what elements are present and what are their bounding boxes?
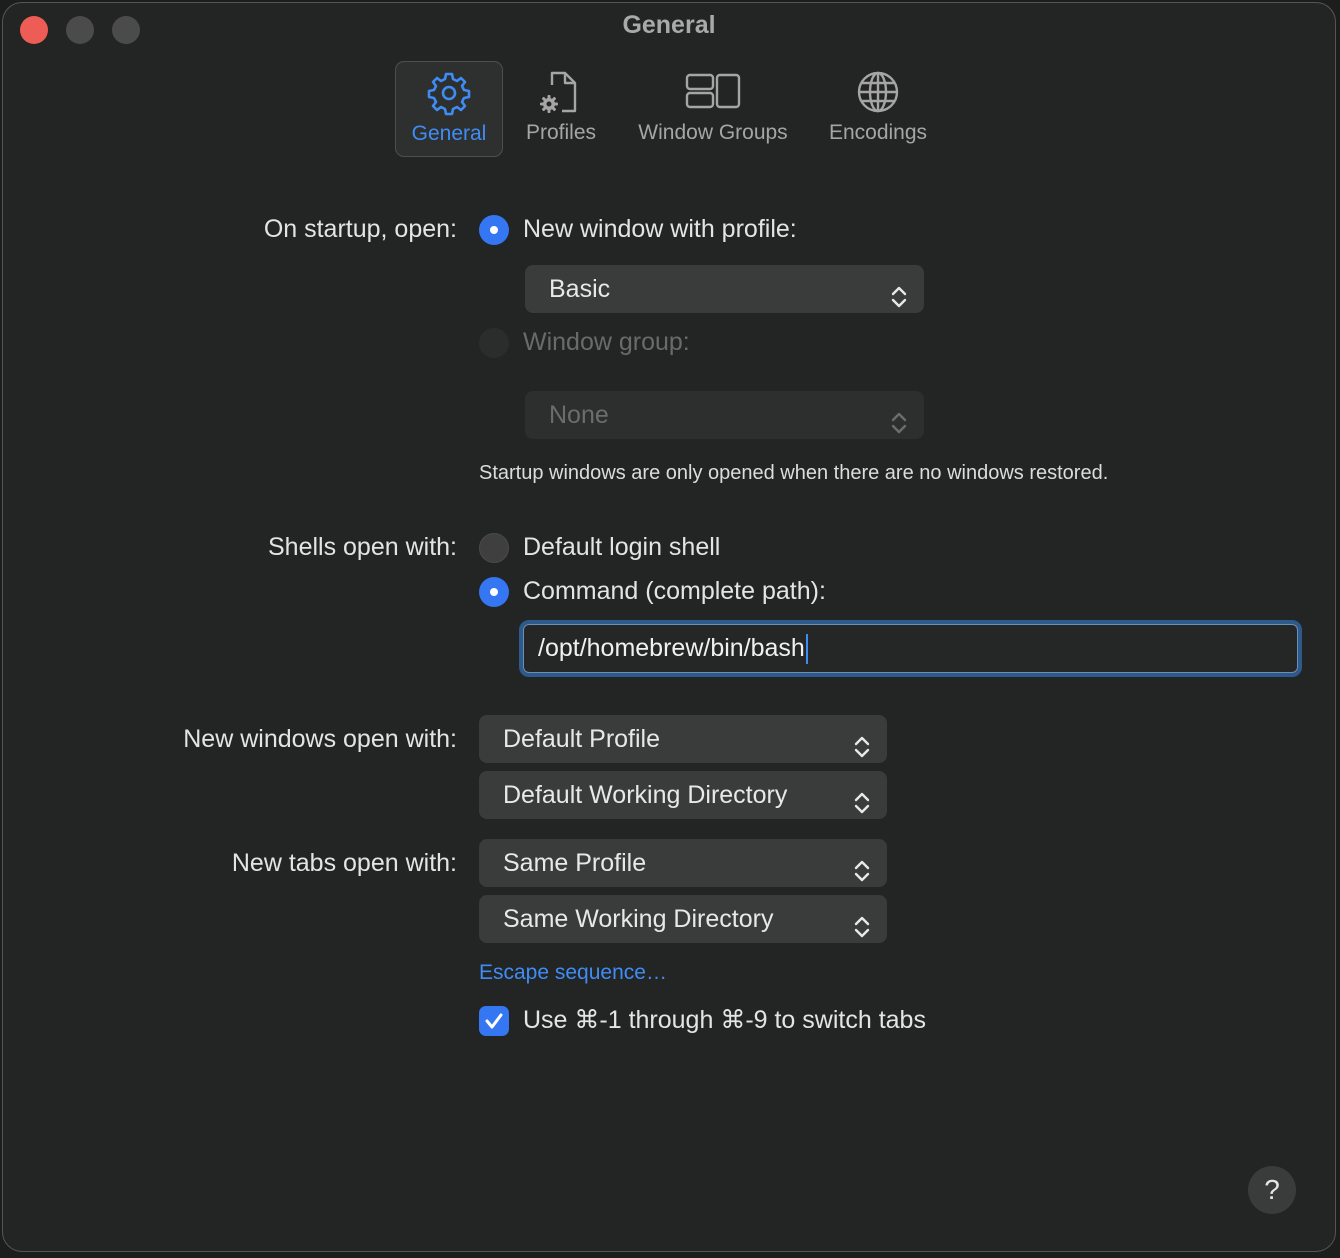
- window-group-radio[interactable]: [479, 328, 509, 358]
- startup-profile-popup[interactable]: Basic: [525, 265, 924, 313]
- new-windows-label: New windows open with:: [183, 725, 457, 753]
- text-caret: [805, 634, 808, 665]
- preferences-window: General General Profiles Window Groups E…: [2, 2, 1336, 1252]
- escape-sequence-link[interactable]: Escape sequence…: [479, 961, 667, 985]
- window-group-option-label: Window group:: [523, 328, 690, 356]
- chevron-updown-icon: [853, 851, 871, 899]
- shells-label: Shells open with:: [267, 533, 457, 561]
- command-radio[interactable]: [479, 577, 509, 607]
- gear-icon: [426, 70, 472, 122]
- new-tabs-directory-popup[interactable]: Same Working Directory: [479, 895, 887, 943]
- command-path-input[interactable]: /opt/homebrew/bin/bash: [519, 620, 1302, 677]
- startup-profile-value: Basic: [549, 275, 611, 303]
- switch-tabs-label: Use ⌘-1 through ⌘-9 to switch tabs: [523, 1006, 926, 1034]
- new-tabs-directory-value: Same Working Directory: [503, 905, 774, 933]
- tab-profiles-label: Profiles: [525, 121, 597, 144]
- tab-window-groups[interactable]: Window Groups: [625, 61, 801, 157]
- command-option-label: Command (complete path):: [523, 577, 826, 605]
- window-group-value: None: [549, 401, 609, 429]
- chevron-updown-icon: [853, 727, 871, 775]
- globe-icon: [855, 69, 901, 121]
- new-tabs-profile-popup[interactable]: Same Profile: [479, 839, 887, 887]
- chevron-updown-icon: [890, 277, 908, 325]
- tab-window-groups-label: Window Groups: [638, 121, 788, 144]
- tab-encodings[interactable]: Encodings: [815, 61, 941, 157]
- window-title: General: [622, 11, 716, 39]
- document-gear-icon: [538, 69, 584, 121]
- help-button[interactable]: ?: [1248, 1166, 1296, 1214]
- new-window-option-label: New window with profile:: [523, 215, 797, 243]
- new-windows-profile-popup[interactable]: Default Profile: [479, 715, 887, 763]
- startup-label: On startup, open:: [263, 215, 457, 243]
- startup-note: Startup windows are only opened when the…: [479, 462, 1109, 484]
- default-login-shell-radio[interactable]: [479, 533, 509, 563]
- checkmark-icon: [485, 1013, 503, 1029]
- new-tabs-profile-value: Same Profile: [503, 849, 647, 877]
- default-login-shell-label: Default login shell: [523, 533, 721, 561]
- command-path-value: /opt/homebrew/bin/bash: [538, 634, 805, 662]
- new-windows-directory-popup[interactable]: Default Working Directory: [479, 771, 887, 819]
- new-windows-profile-value: Default Profile: [503, 725, 661, 753]
- window-group-popup[interactable]: None: [525, 391, 924, 439]
- chevron-updown-icon: [853, 907, 871, 955]
- new-window-radio[interactable]: [479, 215, 509, 245]
- tab-general[interactable]: General: [395, 61, 503, 157]
- new-windows-directory-value: Default Working Directory: [503, 781, 788, 809]
- new-tabs-label: New tabs open with:: [231, 849, 457, 877]
- tab-encodings-label: Encodings: [828, 121, 928, 144]
- switch-tabs-checkbox[interactable]: [479, 1006, 509, 1036]
- chevron-updown-icon: [853, 783, 871, 831]
- chevron-updown-icon: [890, 403, 908, 451]
- tab-profiles[interactable]: Profiles: [515, 61, 607, 157]
- tab-general-label: General: [411, 122, 487, 145]
- window-groups-icon: [685, 69, 741, 121]
